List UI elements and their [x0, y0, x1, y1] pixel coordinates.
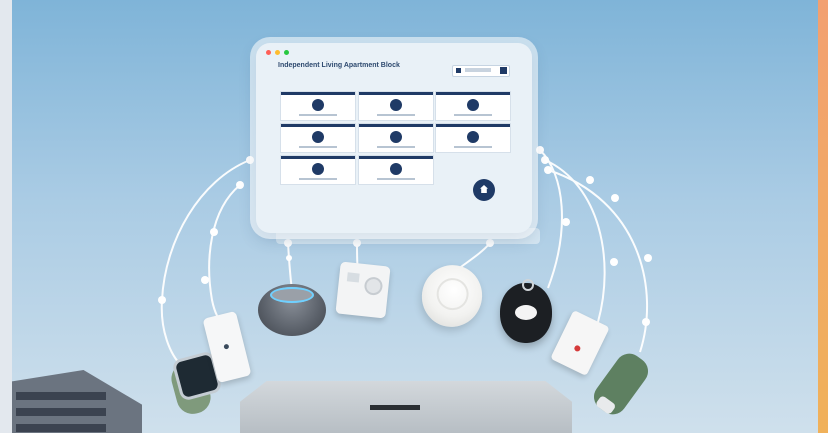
connection-node	[610, 258, 618, 266]
device-status-icon	[312, 99, 324, 111]
card-caption	[377, 146, 415, 148]
connection-node	[158, 296, 166, 304]
connection-line-door	[544, 159, 606, 323]
maximize-dot-icon[interactable]	[284, 50, 289, 55]
card-caption	[299, 114, 337, 116]
emergency-pendant-icon	[500, 279, 552, 343]
hub-slot	[370, 405, 420, 410]
card-header	[359, 156, 433, 159]
thermostat-knob	[365, 278, 382, 294]
header-control-label	[465, 68, 491, 72]
device-card[interactable]	[358, 91, 434, 121]
connection-node	[201, 276, 209, 284]
device-status-icon	[390, 99, 402, 111]
connection-node	[562, 218, 570, 226]
card-header	[359, 124, 433, 127]
card-caption	[454, 146, 492, 148]
hub-platform	[240, 381, 572, 433]
connection-node	[642, 318, 650, 326]
smart-speaker-icon	[258, 284, 326, 336]
home-icon	[480, 185, 488, 193]
connection-node	[246, 156, 254, 164]
thermostat-display	[346, 272, 360, 283]
connection-node	[210, 228, 218, 236]
device-status-icon	[312, 131, 324, 143]
card-header	[281, 92, 355, 95]
card-caption	[299, 178, 337, 180]
device-card[interactable]	[280, 91, 356, 121]
device-card[interactable]	[358, 155, 434, 185]
device-card[interactable]	[358, 123, 434, 153]
card-header	[281, 156, 355, 159]
smoke-detector-ring	[435, 276, 470, 311]
device-status-icon	[312, 163, 324, 175]
connection-node	[236, 181, 244, 189]
home-fab-button[interactable]	[473, 179, 495, 201]
card-header	[436, 124, 510, 127]
connection-line-speaker	[287, 242, 293, 291]
connection-node	[536, 146, 544, 154]
card-header	[281, 124, 355, 127]
minimize-dot-icon[interactable]	[275, 50, 280, 55]
speaker-light-ring	[270, 287, 314, 303]
connection-node	[644, 254, 652, 262]
device-card[interactable]	[280, 123, 356, 153]
device-status-icon	[467, 99, 479, 111]
calendar-icon	[456, 68, 461, 73]
door-sensor-indicator	[573, 344, 582, 353]
close-dot-icon[interactable]	[266, 50, 271, 55]
connection-node	[611, 194, 619, 202]
device-status-icon	[390, 131, 402, 143]
card-caption	[299, 146, 337, 148]
connection-node	[286, 255, 292, 261]
device-card[interactable]	[435, 123, 511, 153]
card-header	[436, 92, 510, 95]
connection-node	[544, 166, 552, 174]
connection-node	[586, 176, 594, 184]
thermostat-icon	[335, 261, 391, 319]
window-controls	[266, 50, 289, 55]
device-status-icon	[467, 131, 479, 143]
connection-node	[541, 156, 549, 164]
device-card[interactable]	[435, 91, 511, 121]
connection-line-button	[208, 184, 241, 327]
card-header	[359, 92, 433, 95]
card-caption	[377, 114, 415, 116]
pendant-button	[515, 305, 537, 320]
header-control[interactable]	[452, 65, 510, 77]
wall-button-dot	[223, 343, 230, 350]
device-status-icon	[390, 163, 402, 175]
header-control-button[interactable]	[500, 67, 507, 74]
dashboard-tablet: Independent Living Apartment Block	[256, 43, 532, 233]
card-caption	[377, 178, 415, 180]
page-title: Independent Living Apartment Block	[278, 62, 400, 69]
device-card[interactable]	[280, 155, 356, 185]
card-caption	[454, 114, 492, 116]
pendant-loop	[522, 279, 534, 291]
